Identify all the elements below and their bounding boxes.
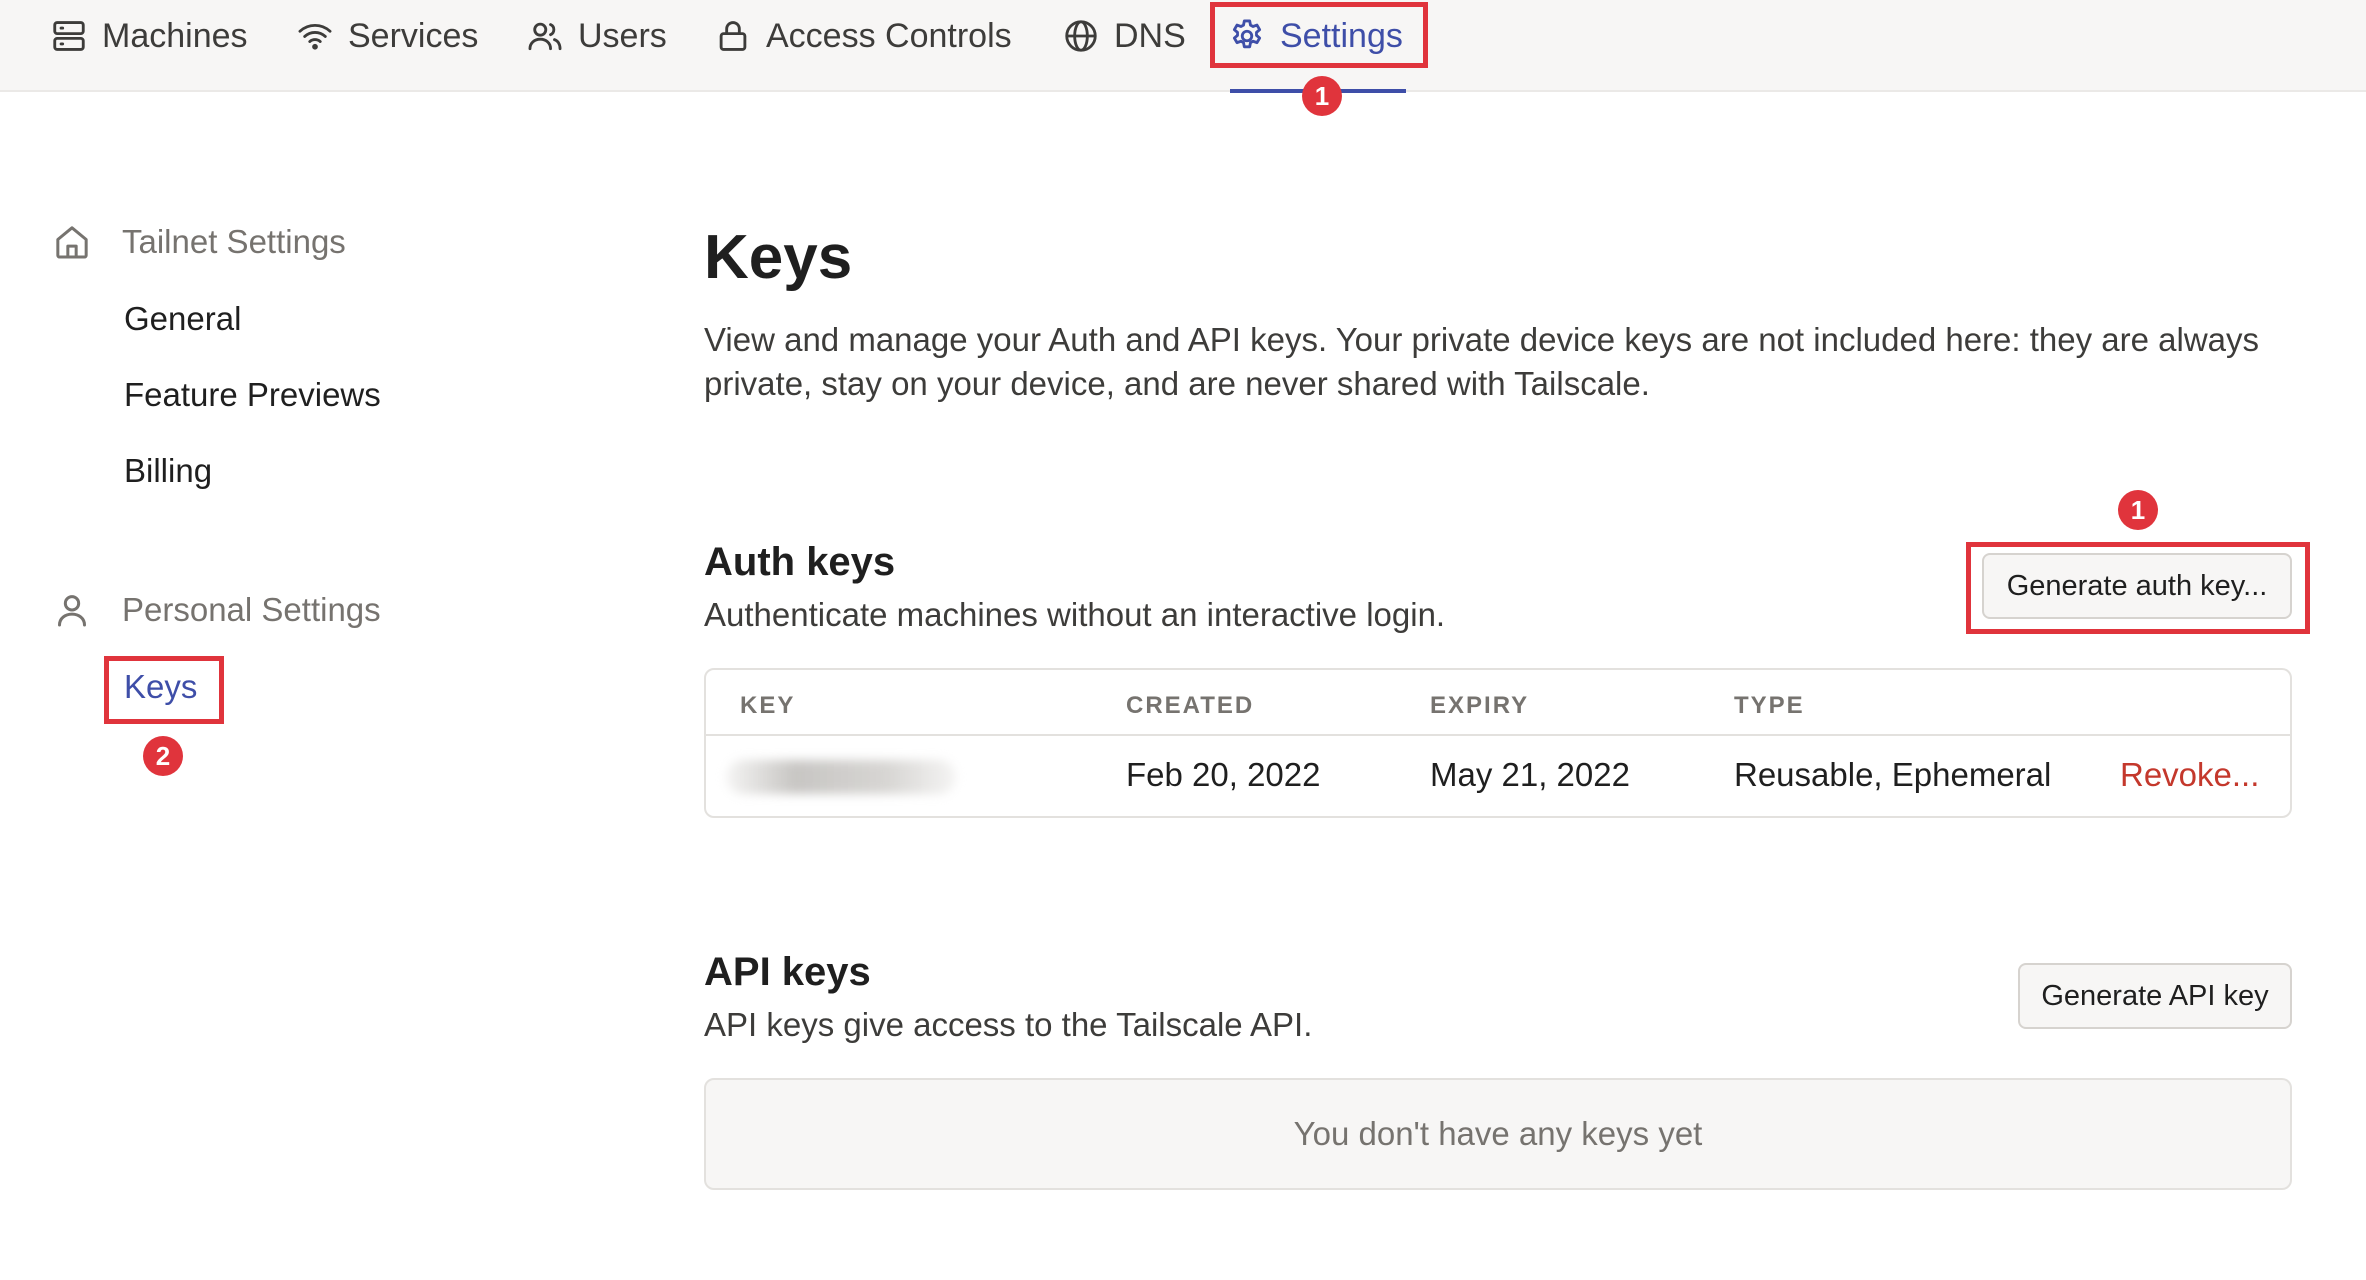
api-keys-description: API keys give access to the Tailscale AP… [704,1006,1313,1043]
top-navigation: Machines Services Users Access Controls … [0,0,2366,93]
sidebar-heading-tailnet: Tailnet Settings [52,222,346,262]
key-id-redacted [726,760,956,794]
page-description: View and manage your Auth and API keys. … [704,321,2260,402]
auth-keys-description: Authenticate machines without an interac… [704,596,1446,633]
nav-tab-services[interactable]: Services [296,0,478,72]
column-header-key: KEY [740,692,796,719]
globe-icon [1065,20,1097,52]
generate-api-key-button[interactable]: Generate API key [2018,963,2292,1029]
sidebar-heading-personal: Personal Settings [52,590,381,630]
page-title: Keys [704,223,853,292]
nav-tab-label: Users [578,16,667,55]
key-created-date: Feb 20, 2022 [1126,756,1321,793]
nav-tab-access-controls[interactable]: Access Controls [714,0,1012,72]
api-keys-empty-state: You don't have any keys yet [704,1078,2292,1190]
step-badge-generate-auth-key: 1 [2118,490,2158,530]
revoke-key-link[interactable]: Revoke... [2120,756,2259,794]
sidebar-item-billing[interactable]: Billing [124,452,212,490]
auth-keys-title: Auth keys [704,540,896,584]
api-keys-title: API keys [704,950,871,994]
nav-tab-label: Access Controls [766,16,1012,55]
home-icon [56,226,88,259]
key-type: Reusable, Ephemeral [1734,756,2052,793]
step-badge-settings: 1 [1302,76,1342,116]
users-icon [528,22,562,51]
nav-tab-dns[interactable]: DNS [1062,0,1186,72]
highlight-keys-link [104,656,224,724]
highlight-settings-tab [1210,2,1428,68]
nav-tab-machines[interactable]: Machines [50,0,248,72]
column-header-created: CREATED [1126,692,1255,719]
nav-tab-label: Machines [102,16,248,55]
nav-tab-label: Services [348,16,479,55]
sidebar-item-general[interactable]: General [124,300,241,338]
lock-icon [719,21,747,51]
server-icon [53,21,85,51]
sidebar-heading-label: Tailnet Settings [122,223,346,260]
table-header: KEY CREATED EXPIRY TYPE [706,670,2290,736]
key-expiry-date: May 21, 2022 [1430,756,1630,793]
sidebar-item-feature-previews[interactable]: Feature Previews [124,376,381,414]
step-badge-keys: 2 [143,736,183,776]
nav-tab-users[interactable]: Users [526,0,667,72]
nav-tab-label: DNS [1114,16,1186,55]
wifi-icon [298,24,332,50]
auth-keys-table: KEY CREATED EXPIRY TYPE Feb 20, 2022 May… [704,668,2292,818]
sidebar-heading-label: Personal Settings [122,591,381,628]
user-icon [58,595,86,627]
highlight-generate-auth-key [1966,542,2310,634]
column-header-expiry: EXPIRY [1430,692,1530,719]
column-header-type: TYPE [1734,692,1805,719]
